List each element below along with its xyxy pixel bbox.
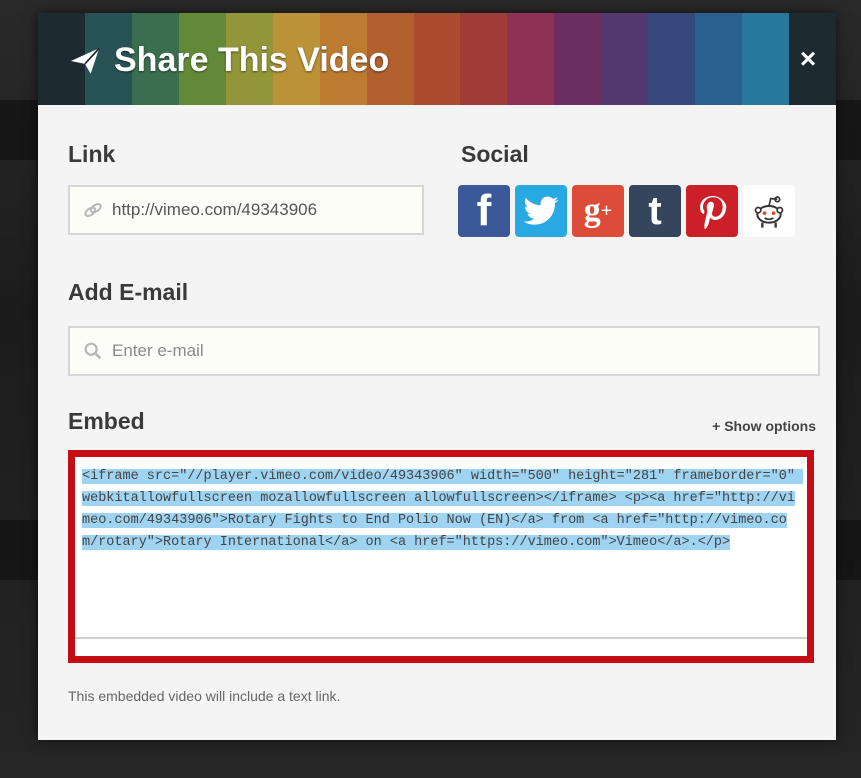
- email-input[interactable]: [112, 341, 818, 361]
- header-stripe: [507, 13, 555, 105]
- social-label: Social: [461, 141, 529, 167]
- header-stripe: [648, 13, 696, 105]
- search-icon: [84, 342, 102, 360]
- embed-code-selection: <iframe src="//player.vimeo.com/video/49…: [82, 469, 804, 550]
- email-label: Add E-mail: [68, 279, 189, 305]
- facebook-icon[interactable]: f: [458, 185, 510, 237]
- embed-note: This embedded video will include a text …: [68, 688, 341, 704]
- link-field[interactable]: [68, 185, 424, 235]
- header-stripe: [413, 13, 461, 105]
- dialog-title: Share This Video: [68, 41, 389, 80]
- twitter-icon[interactable]: [515, 185, 567, 237]
- social-buttons: f g + t: [458, 185, 795, 237]
- embed-code-box[interactable]: <iframe src="//player.vimeo.com/video/49…: [68, 450, 814, 663]
- embed-code-textarea[interactable]: <iframe src="//player.vimeo.com/video/49…: [82, 466, 804, 641]
- dialog-title-text: Share This Video: [114, 41, 390, 79]
- email-field[interactable]: [68, 326, 820, 376]
- header-stripe: [460, 13, 508, 105]
- paper-plane-icon: [70, 47, 100, 74]
- header-stripe: [601, 13, 649, 105]
- link-input[interactable]: [112, 200, 422, 220]
- dialog-header: Share This Video ×: [38, 13, 836, 105]
- reddit-icon[interactable]: [743, 185, 795, 237]
- tumblr-icon[interactable]: t: [629, 185, 681, 237]
- embed-box-divider: [75, 637, 807, 639]
- show-options-link[interactable]: + Show options: [712, 418, 816, 434]
- header-stripe: [554, 13, 602, 105]
- header-stripe: [695, 13, 743, 105]
- close-button[interactable]: ×: [792, 43, 824, 75]
- header-stripe: [742, 13, 789, 105]
- link-icon: [84, 203, 102, 217]
- link-label: Link: [68, 141, 116, 167]
- pinterest-icon[interactable]: [686, 185, 738, 237]
- share-video-dialog: Share This Video × Link Social f g+ t: [38, 13, 836, 740]
- embed-label: Embed: [68, 408, 145, 434]
- google-plus-icon[interactable]: g +: [572, 185, 624, 237]
